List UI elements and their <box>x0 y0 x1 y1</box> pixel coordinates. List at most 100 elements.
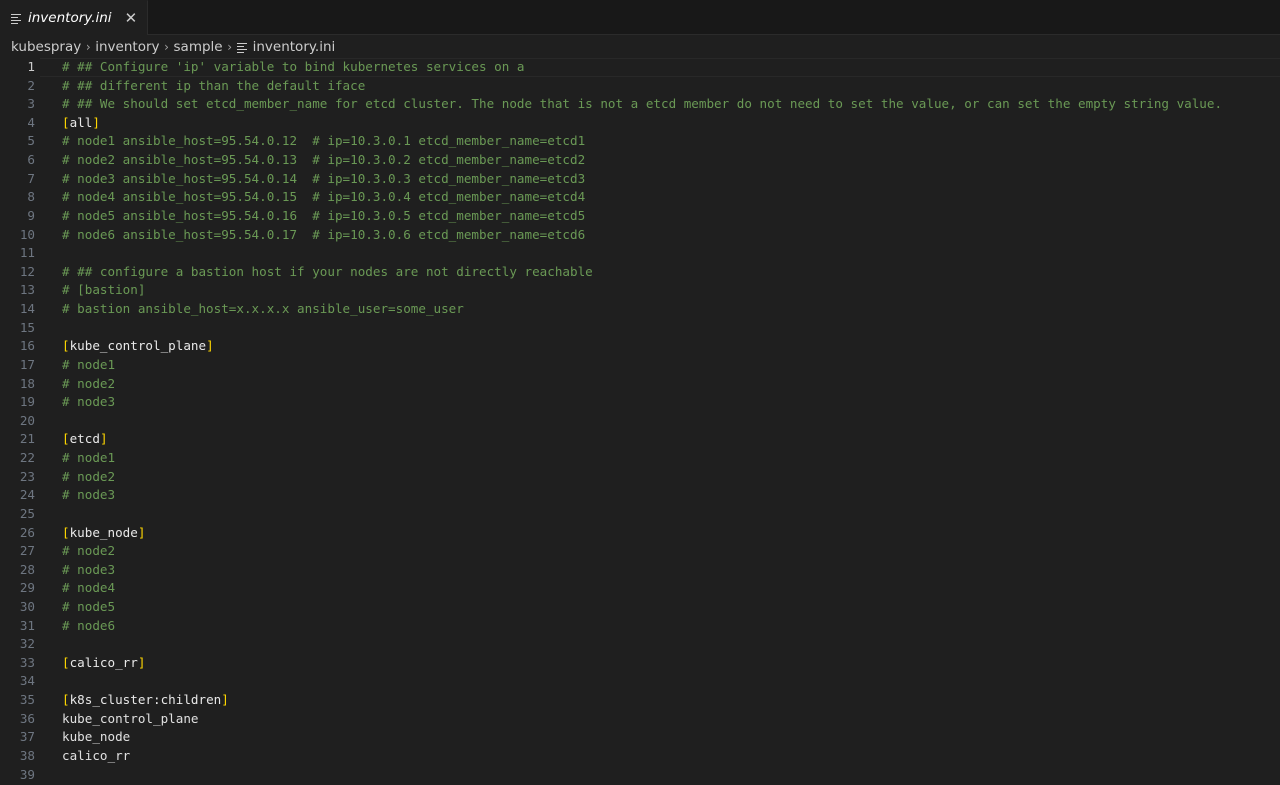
tab-inventory-ini[interactable]: inventory.ini ✕ <box>0 0 149 35</box>
bracket-open: [ <box>62 524 70 540</box>
line-number: 26 <box>19 524 35 540</box>
code-text: # node4 ansible_host=95.54.0.15 # ip=10.… <box>62 189 586 205</box>
bracket-close: ] <box>206 338 214 354</box>
breadcrumb-file-label: inventory.ini <box>252 39 336 55</box>
code-line[interactable]: 3 # ## We should set etcd_member_name for… <box>0 95 1280 114</box>
code-line[interactable]: 9 # node5 ansible_host=95.54.0.16 # ip=10… <box>0 207 1280 226</box>
code-line[interactable]: 33 [calico_rr] <box>0 654 1280 673</box>
code-line[interactable]: 5 # node1 ansible_host=95.54.0.12 # ip=10… <box>0 132 1280 151</box>
code-text: # [bastion] <box>62 282 146 298</box>
tab-bar: inventory.ini ✕ <box>0 0 1280 35</box>
code-line[interactable]: 6 # node2 ansible_host=95.54.0.13 # ip=10… <box>0 151 1280 170</box>
code-line[interactable]: 26 [kube_node] <box>0 524 1280 543</box>
code-text: # node2 <box>62 375 116 391</box>
line-number: 13 <box>19 282 35 298</box>
code-text: # node6 ansible_host=95.54.0.17 # ip=10.… <box>62 226 586 242</box>
code-line[interactable]: 8 # node4 ansible_host=95.54.0.15 # ip=10… <box>0 188 1280 207</box>
section-name: kube_control_plane <box>69 338 207 354</box>
breadcrumb-item-sample[interactable]: sample <box>174 39 223 55</box>
line-number: 9 <box>27 207 35 223</box>
breadcrumb-item-kubespray[interactable]: kubespray <box>11 39 81 55</box>
code-text: # node2 ansible_host=95.54.0.13 # ip=10.… <box>62 152 586 168</box>
line-number: 37 <box>19 729 35 745</box>
code-text: [kube_node] <box>62 524 145 543</box>
code-line[interactable]: 32 <box>0 635 1280 654</box>
code-text: # node1 <box>62 356 116 372</box>
line-number: 27 <box>19 543 35 559</box>
line-number: 22 <box>19 450 35 466</box>
code-line[interactable]: 35 [k8s_cluster:children] <box>0 691 1280 710</box>
line-number: 24 <box>19 487 35 503</box>
code-text: [etcd] <box>62 430 108 449</box>
bracket-open: [ <box>62 692 70 708</box>
line-number: 21 <box>19 431 35 447</box>
code-line[interactable]: 38 calico_rr <box>0 747 1280 766</box>
code-line[interactable]: 16 [kube_control_plane] <box>0 337 1280 356</box>
code-line[interactable]: 36 kube_control_plane <box>0 710 1280 729</box>
code-line[interactable]: 22 # node1 <box>0 449 1280 468</box>
code-line[interactable]: 18 # node2 <box>0 375 1280 394</box>
line-number: 11 <box>19 245 35 261</box>
code-line[interactable]: 21 [etcd] <box>0 430 1280 449</box>
code-text: # ## configure a bastion host if your no… <box>62 263 593 279</box>
code-line[interactable]: 17 # node1 <box>0 356 1280 375</box>
code-line[interactable]: 29 # node4 <box>0 579 1280 598</box>
code-line[interactable]: 14 # bastion ansible_host=x.x.x.x ansible… <box>0 300 1280 319</box>
code-line[interactable]: 34 <box>0 672 1280 691</box>
code-text: # node1 ansible_host=95.54.0.12 # ip=10.… <box>62 133 586 149</box>
code-text: # node3 ansible_host=95.54.0.14 # ip=10.… <box>62 170 586 186</box>
code-line[interactable]: 11 <box>0 244 1280 263</box>
bracket-close: ] <box>137 524 146 540</box>
code-line[interactable]: 23 # node2 <box>0 468 1280 487</box>
line-number: 4 <box>27 114 35 130</box>
breadcrumb-item-file[interactable]: inventory.ini <box>236 39 336 55</box>
breadcrumb-item-inventory[interactable]: inventory <box>95 39 159 55</box>
code-line[interactable]: 37 kube_node <box>0 728 1280 747</box>
code-line[interactable]: 1 # ## Configure 'ip' variable to bind ku… <box>0 58 1280 77</box>
line-number: 10 <box>19 226 35 242</box>
code-line[interactable]: 30 # node5 <box>0 598 1280 617</box>
bracket-close: ] <box>221 692 229 708</box>
code-line[interactable]: 2 # ## different ip than the default ifac… <box>0 77 1280 96</box>
code-line[interactable]: 28 # node3 <box>0 561 1280 580</box>
code-line[interactable]: 13 # [bastion] <box>0 281 1280 300</box>
close-icon[interactable]: ✕ <box>125 10 138 26</box>
line-number: 35 <box>19 692 35 708</box>
section-name: k8s_cluster:children <box>69 692 222 708</box>
code-line[interactable]: 4 [all] <box>0 114 1280 133</box>
line-number: 12 <box>19 263 35 279</box>
code-line[interactable]: 15 <box>0 319 1280 338</box>
code-text: # bastion ansible_host=x.x.x.x ansible_u… <box>62 301 464 317</box>
line-number: 2 <box>27 77 35 93</box>
code-text: # ## Configure 'ip' variable to bind kub… <box>62 59 525 74</box>
line-number: 3 <box>27 96 35 112</box>
code-editor[interactable]: 1 # ## Configure 'ip' variable to bind ku… <box>0 58 1280 785</box>
code-line[interactable]: 25 <box>0 505 1280 524</box>
line-number: 6 <box>27 152 35 168</box>
code-line[interactable]: 10 # node6 ansible_host=95.54.0.17 # ip=1… <box>0 226 1280 245</box>
bracket-close: ] <box>137 654 146 670</box>
code-text: # ## different ip than the default iface <box>62 77 366 93</box>
line-number: 36 <box>19 710 35 726</box>
code-line[interactable]: 19 # node3 <box>0 393 1280 412</box>
line-number: 28 <box>19 561 35 577</box>
section-name: all <box>69 114 93 130</box>
line-number: 38 <box>19 747 35 763</box>
code-line[interactable]: 20 <box>0 412 1280 431</box>
breadcrumb: kubespray › inventory › sample › invento… <box>0 35 1280 59</box>
code-text: # node3 <box>62 561 116 577</box>
line-number: 30 <box>19 598 35 614</box>
line-number: 39 <box>19 766 35 782</box>
code-line[interactable]: 31 # node6 <box>0 617 1280 636</box>
code-line[interactable]: 27 # node2 <box>0 542 1280 561</box>
code-line[interactable]: 39 <box>0 766 1280 785</box>
code-line[interactable]: 12 # ## configure a bastion host if your … <box>0 263 1280 282</box>
code-text: kube_node <box>62 729 131 745</box>
code-text: # node2 <box>62 468 116 484</box>
code-line[interactable]: 7 # node3 ansible_host=95.54.0.14 # ip=10… <box>0 170 1280 189</box>
tab-label: inventory.ini <box>28 10 112 26</box>
code-text: # node1 <box>62 450 116 466</box>
code-text: [k8s_cluster:children] <box>62 691 229 710</box>
line-number: 8 <box>27 189 35 205</box>
code-line[interactable]: 24 # node3 <box>0 486 1280 505</box>
